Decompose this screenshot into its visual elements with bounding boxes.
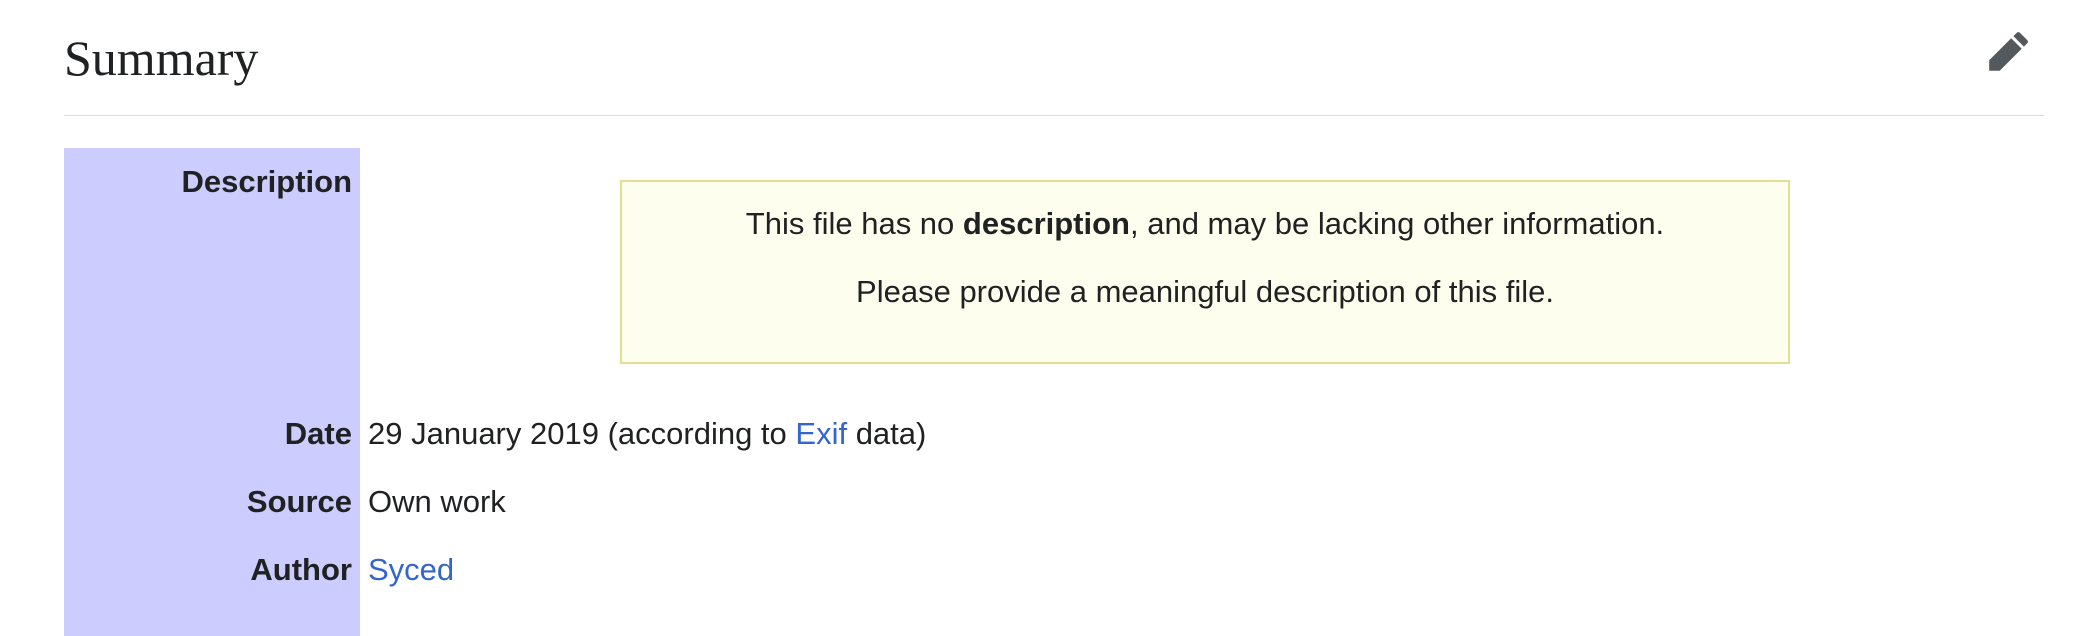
description-label: Description [181,164,352,199]
pencil-icon [1987,29,2031,78]
notice-bold-text: description [962,206,1130,241]
exif-link[interactable]: Exif [795,416,847,451]
section-title: Summary [64,30,259,86]
summary-section-header: Summary [64,0,2044,116]
no-description-notice: This file has no description, and may be… [620,180,1790,364]
date-text: 29 January 2019 (according to [368,416,796,451]
notice-instruction: Please provide a meaningful description … [856,274,1554,309]
author-link[interactable]: Syced [368,552,454,587]
date-text-suffix: data) [847,416,927,451]
edit-button[interactable] [1984,28,2034,78]
notice-message: This file has no description, and may be… [622,204,1788,244]
source-label: Source [246,484,352,519]
summary-table: Description This file has no description… [64,148,2044,636]
date-value: 29 January 2019 (according to Exif data) [368,414,926,454]
author-value: Syced [368,550,454,590]
source-value: Own work [368,484,506,519]
date-label: Date [284,416,352,451]
notice-text-after: , and may be lacking other information. [1130,206,1665,241]
author-label: Author [250,552,352,587]
notice-text-before: This file has no [745,206,963,241]
